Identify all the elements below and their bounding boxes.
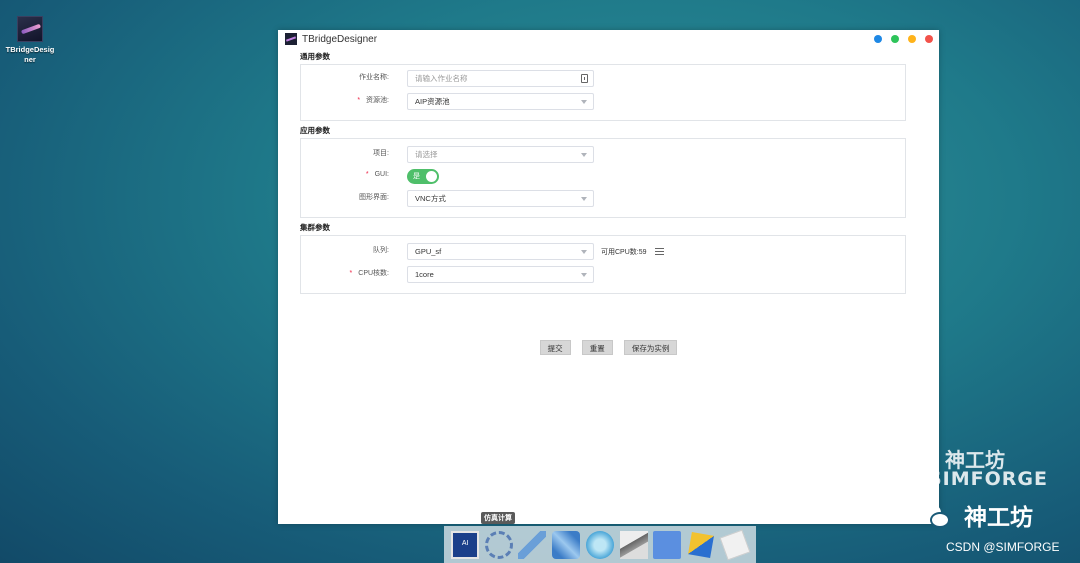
minimize-dot-button[interactable] [908,35,916,43]
taskbar-dock [444,526,756,563]
project-label: 项目: [373,150,389,157]
form-content: 通用参数 作业名称: 请输入作业名称 * 资源池: AIP资源池 应用参数 项目… [300,50,906,294]
book-app-icon[interactable] [653,530,682,559]
gui-label: GUI: [374,171,389,178]
resource-pool-label-wrap: * 资源池: [357,95,389,105]
queue-value: GPU_sf [415,247,442,256]
project-select[interactable]: 请选择 [407,146,594,163]
job-name-placeholder: 请输入作业名称 [415,74,468,83]
gui-row: * GUI: 是 [301,166,905,189]
submit-button[interactable]: 提交 [539,340,571,355]
cpu-cores-value: 1core [415,270,434,279]
section-heading-cluster: 集群参数 [300,223,330,232]
queue-row: 队列: GPU_sf 可用CPU数:59 [301,240,905,263]
desktop-icon-label: TBridgeDesigner [5,45,55,64]
desktop-icon-tbridgedesigner[interactable]: TBridgeDesigner [4,16,56,65]
watermark-wechat-name: 神工坊 [964,505,1033,531]
ai-monitor-app-icon[interactable] [450,530,479,559]
toggle-knob [426,171,437,182]
gui-label-wrap: * GUI: [366,171,389,178]
general-params-panel: 作业名称: 请输入作业名称 * 资源池: AIP资源池 [300,64,906,121]
mesh-app-icon[interactable] [619,530,648,559]
resource-pool-value: AIP资源池 [415,97,450,106]
ui-mode-row: 图形界面: VNC方式 [301,187,905,210]
required-asterisk: * [357,97,361,104]
project-row: 项目: 请选择 [301,143,905,166]
recycle-app-icon[interactable] [585,530,614,559]
cluster-params-panel: 队列: GPU_sf 可用CPU数:59 * CPU核数: 1core [300,235,906,294]
gui-toggle-switch[interactable]: 是 [407,169,439,184]
form-actions: 提交 重置 保存为实例 [278,336,939,355]
queue-label: 队列: [373,247,389,254]
chevron-down-icon [581,197,587,201]
title-bar: TBridgeDesigner [278,30,939,48]
tbridgedesigner-app-icon [17,16,43,42]
resource-pool-select[interactable]: AIP资源池 [407,93,594,110]
cpu-cores-label-wrap: * CPU核数: [350,268,389,278]
resource-pool-label: 资源池: [366,97,389,104]
ui-mode-value: VNC方式 [415,194,446,203]
job-name-label: 作业名称: [359,74,389,81]
app-logo-icon [285,33,297,45]
watermark-brand-en: SIMFORGE [928,468,1048,490]
info-dot-button[interactable] [874,35,882,43]
window-title: TBridgeDesigner [302,33,378,45]
ui-mode-select[interactable]: VNC方式 [407,190,594,207]
reset-button[interactable]: 重置 [581,340,613,355]
taskbar-tooltip: 仿真计算 [481,512,515,524]
chevron-down-icon [581,153,587,157]
cpu-cores-row: * CPU核数: 1core [301,263,905,286]
chevron-down-icon [581,100,587,104]
list-icon[interactable] [655,248,664,255]
section-heading-app: 应用参数 [300,126,330,135]
resource-pool-row: * 资源池: AIP资源池 [301,90,905,113]
required-asterisk: * [349,270,353,277]
gui-toggle-text: 是 [413,173,420,180]
simulation-calc-app-icon[interactable] [484,530,513,559]
save-as-instance-button[interactable]: 保存为实例 [623,340,678,355]
job-name-row: 作业名称: 请输入作业名称 [301,67,905,90]
cube-app-icon[interactable] [688,531,715,558]
fluid-app-icon[interactable] [552,530,581,559]
cpu-cores-select[interactable]: 1core [407,266,594,283]
project-placeholder: 请选择 [415,150,438,159]
app-window: TBridgeDesigner 通用参数 作业名称: 请输入作业名称 * 资源池:… [278,30,939,524]
chevron-down-icon [581,273,587,277]
section-heading-general: 通用参数 [300,52,330,61]
required-asterisk: * [365,171,369,178]
maximize-dot-button[interactable] [891,35,899,43]
job-name-input[interactable]: 请输入作业名称 [407,70,594,87]
window-controls [874,35,933,43]
queue-select[interactable]: GPU_sf [407,243,594,260]
cpu-available-text: 可用CPU数:59 [601,249,647,256]
cpu-cores-label: CPU核数: [358,270,389,277]
close-dot-button[interactable] [925,35,933,43]
app-params-panel: 项目: 请选择 * GUI: 是 图形界面: VNC方式 [300,138,906,218]
bridge-app-icon[interactable] [719,529,751,560]
structure-app-icon[interactable] [518,530,547,559]
input-info-icon [581,74,588,83]
chevron-down-icon [581,250,587,254]
watermark-csdn: CSDN @SIMFORGE [946,540,1060,554]
wechat-icon [917,503,955,531]
ui-mode-label: 图形界面: [359,194,389,201]
